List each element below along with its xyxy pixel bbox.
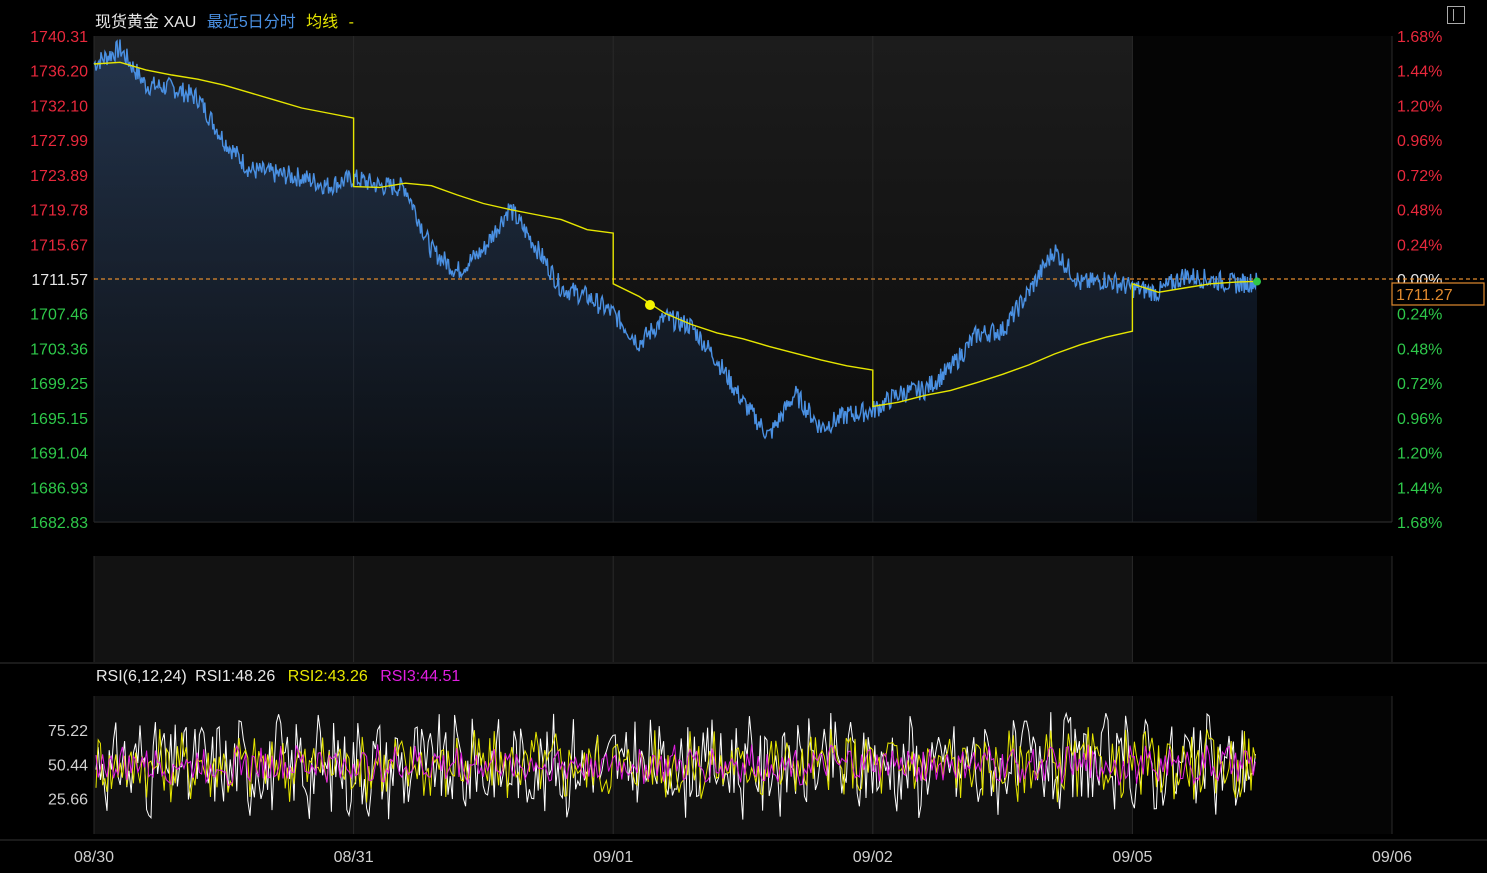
x-tick: 09/05 <box>1112 849 1152 866</box>
chart-header: 现货黄金 XAU 最近5日分时 均线 - <box>95 8 360 32</box>
x-tick: 09/01 <box>593 849 633 866</box>
y-tick-right: 0.48% <box>1397 203 1442 220</box>
y-tick-left: 1736.20 <box>30 64 88 81</box>
y-tick-left: 1699.25 <box>30 376 88 393</box>
x-tick: 08/31 <box>334 849 374 866</box>
y-tick-right: 1.68% <box>1397 29 1442 46</box>
y-tick-left: 1686.93 <box>30 480 88 497</box>
avg-line-marker: - <box>348 14 354 31</box>
y-tick-left: 1732.10 <box>30 98 88 115</box>
rsi-header: RSI(6,12,24) RSI1:48.26 RSI2:43.26 RSI3:… <box>96 668 468 686</box>
expand-panel-icon[interactable] <box>1447 6 1465 24</box>
gold-chart: 1740.31 1736.20 1732.10 1727.99 1723.89 1719.… <box>0 29 1487 866</box>
y-tick-left: 1695.15 <box>30 411 88 428</box>
y-tick-right: 0.72% <box>1397 376 1442 393</box>
y-axis-left: 1740.31 1736.20 1732.10 1727.99 1723.89 1719.… <box>30 29 88 532</box>
y-tick-left: 1707.46 <box>30 307 88 324</box>
y-tick-right: 0.96% <box>1397 411 1442 428</box>
y-tick-right: 0.48% <box>1397 341 1442 358</box>
y-tick-right: 0.24% <box>1397 237 1442 254</box>
instrument-name: 现货黄金 XAU <box>95 14 197 31</box>
current-day-shade-rsi <box>1132 696 1392 834</box>
y-tick-right: 1.44% <box>1397 480 1442 497</box>
y-tick-right: 1.44% <box>1397 64 1442 81</box>
last-price-box: 1711.27 <box>1391 282 1485 306</box>
y-tick-right: 1.68% <box>1397 515 1442 532</box>
last-price-dot <box>1253 277 1262 286</box>
rsi3-value: RSI3:44.51 <box>380 668 461 685</box>
y-tick-left: 1727.99 <box>30 133 88 150</box>
rsi2-value: RSI2:43.26 <box>287 668 368 685</box>
period-label[interactable]: 最近5日分时 <box>207 14 296 31</box>
y-tick-left: 1723.89 <box>30 168 88 185</box>
avg-line-label: 均线 <box>306 14 339 31</box>
y-tick-right: 0.72% <box>1397 168 1442 185</box>
y-tick-left: 1740.31 <box>30 29 88 46</box>
y-tick-left: 1691.04 <box>30 446 88 463</box>
x-axis: 08/30 08/31 09/01 09/02 09/05 09/06 <box>74 849 1412 866</box>
x-tick: 09/06 <box>1372 849 1412 866</box>
rsi-name: RSI(6,12,24) <box>96 668 187 685</box>
y-tick-right: 1.20% <box>1397 98 1442 115</box>
rsi-y-axis: 75.22 50.44 25.66 <box>48 723 88 808</box>
x-tick: 09/02 <box>853 849 893 866</box>
rsi-y-tick: 50.44 <box>48 757 88 774</box>
y-tick-left: 1682.83 <box>30 515 88 532</box>
y-tick-left: 1703.36 <box>30 341 88 358</box>
y-tick-left: 1711.57 <box>31 272 88 289</box>
y-axis-right: 1.68%1.44%1.20%0.96%0.72%0.48%0.24%0.00%… <box>1397 29 1442 532</box>
last-price-label: 1711.27 <box>1396 287 1453 304</box>
x-tick: 08/30 <box>74 849 114 866</box>
average-marker-dot <box>645 300 655 310</box>
current-day-shade-vol <box>1132 556 1392 662</box>
rsi-y-tick: 75.22 <box>48 723 88 740</box>
y-tick-left: 1719.78 <box>30 203 88 220</box>
rsi-y-tick: 25.66 <box>48 792 88 809</box>
y-tick-right: 0.96% <box>1397 133 1442 150</box>
rsi1-value: RSI1:48.26 <box>195 668 276 685</box>
y-tick-right: 0.24% <box>1397 307 1442 324</box>
y-tick-left: 1715.67 <box>30 237 88 254</box>
y-tick-right: 1.20% <box>1397 446 1442 463</box>
